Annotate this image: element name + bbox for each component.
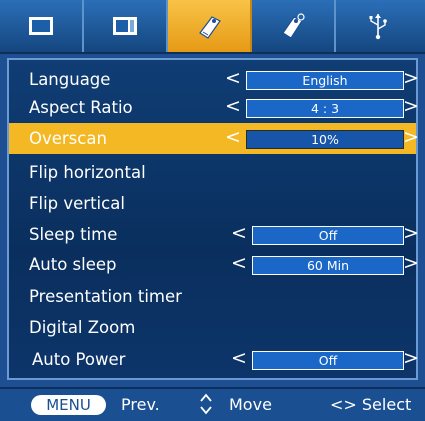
left-arrow-icon[interactable]: < [231, 249, 247, 278]
option-tag-icon [194, 11, 224, 41]
menu-item-auto-sleep[interactable]: Auto sleep < 60 Min > [9, 249, 419, 280]
right-arrow-icon[interactable]: > [403, 64, 419, 93]
tab-usb[interactable] [336, 0, 420, 52]
tab-picture[interactable] [0, 0, 84, 52]
right-arrow-icon[interactable]: > [403, 219, 419, 248]
options-menu-panel: Language < English > Aspect Ratio < 4 : … [7, 58, 419, 380]
menu-item-label: Flip vertical [29, 194, 125, 213]
left-arrow-icon[interactable]: < [231, 219, 247, 248]
screen-icon [112, 16, 138, 36]
value-box: Off [252, 226, 404, 245]
prev-label: Prev. [121, 395, 160, 414]
settings-tag-icon [278, 11, 308, 41]
left-arrow-icon[interactable]: < [231, 344, 247, 373]
up-down-arrow-icon [199, 392, 213, 416]
value-box: 60 Min [252, 256, 404, 275]
help-bar: MENU Prev. Move <> Select [0, 387, 425, 421]
menu-item-label: Auto Power [32, 350, 126, 369]
menu-item-aspect-ratio[interactable]: Aspect Ratio < 4 : 3 > [9, 92, 419, 123]
value-box: Off [252, 351, 404, 370]
right-arrow-icon[interactable]: > [403, 92, 419, 121]
menu-item-label: Overscan [29, 129, 107, 148]
select-label: <> Select [330, 395, 412, 414]
move-label: Move [229, 395, 272, 414]
value-box: 4 : 3 [246, 99, 404, 118]
menu-item-digital-zoom[interactable]: Digital Zoom [9, 312, 416, 343]
menu-item-label: Flip horizontal [29, 163, 146, 182]
picture-icon [28, 16, 54, 36]
usb-icon [366, 11, 390, 41]
menu-item-presentation-timer[interactable]: Presentation timer [9, 281, 416, 312]
menu-item-language[interactable]: Language < English > [9, 64, 419, 95]
menu-item-flip-horizontal[interactable]: Flip horizontal [9, 157, 416, 188]
left-arrow-icon[interactable]: < [225, 92, 241, 121]
tab-screen[interactable] [84, 0, 168, 52]
menu-item-label: Language [29, 70, 111, 89]
value-box: English [246, 71, 404, 90]
menu-item-label: Aspect Ratio [29, 98, 133, 117]
menu-item-auto-power[interactable]: Auto Power < Off > [9, 344, 419, 375]
value-box: 10% [246, 130, 404, 149]
menu-item-overscan[interactable]: Overscan < 10% > [9, 123, 419, 154]
right-arrow-icon[interactable]: > [403, 344, 419, 373]
tab-settings[interactable] [252, 0, 336, 52]
menu-item-label: Presentation timer [29, 287, 182, 306]
left-arrow-icon[interactable]: < [225, 64, 241, 93]
tab-option[interactable] [168, 0, 252, 52]
menu-key-badge: MENU [31, 395, 106, 415]
left-arrow-icon[interactable]: < [225, 123, 241, 152]
menu-item-label: Auto sleep [29, 255, 117, 274]
menu-item-label: Sleep time [29, 225, 118, 244]
top-tab-bar [0, 0, 425, 54]
menu-item-label: Digital Zoom [29, 318, 136, 337]
right-arrow-icon[interactable]: > [403, 123, 419, 152]
right-arrow-icon[interactable]: > [403, 249, 419, 278]
menu-item-sleep-time[interactable]: Sleep time < Off > [9, 219, 419, 250]
menu-item-flip-vertical[interactable]: Flip vertical [9, 188, 416, 219]
